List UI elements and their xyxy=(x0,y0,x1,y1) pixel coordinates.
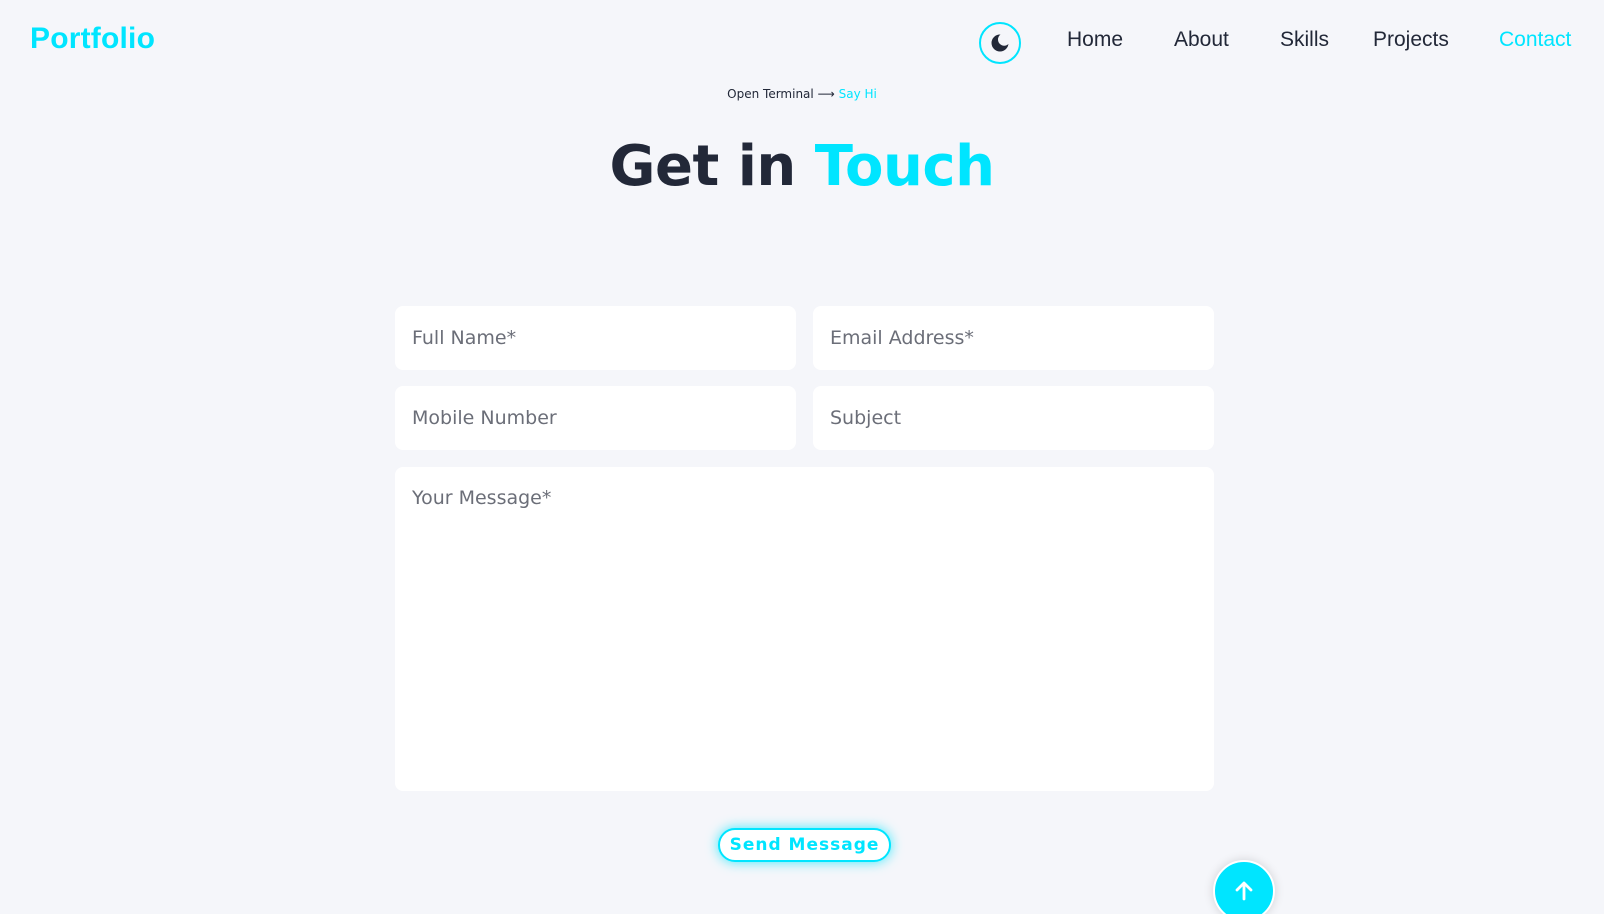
email-input[interactable] xyxy=(813,306,1214,370)
subject-input[interactable] xyxy=(813,386,1214,450)
nav-contact[interactable]: Contact xyxy=(1499,28,1571,52)
nav-skills[interactable]: Skills xyxy=(1280,28,1329,52)
terminal-hint-arrow: ⟶ xyxy=(817,87,835,101)
page-title: Get in Touch xyxy=(0,134,1604,199)
say-hi-link[interactable]: Say Hi xyxy=(839,87,877,101)
nav-about[interactable]: About xyxy=(1174,28,1229,52)
title-part-1: Get in xyxy=(609,134,797,199)
send-message-button[interactable]: Send Message xyxy=(718,828,891,862)
full-name-input[interactable] xyxy=(395,306,796,370)
main-nav: Home About Skills Projects Contact xyxy=(0,28,1604,58)
arrow-up-icon xyxy=(1235,881,1253,901)
message-textarea[interactable] xyxy=(395,467,1214,791)
terminal-hint: Open Terminal ⟶ Say Hi xyxy=(0,87,1604,101)
mobile-number-input[interactable] xyxy=(395,386,796,450)
scroll-to-top-button[interactable] xyxy=(1213,860,1275,914)
title-part-2: Touch xyxy=(814,134,995,199)
contact-page: Portfolio Home About Skills Projects Con… xyxy=(0,0,1604,914)
nav-projects[interactable]: Projects xyxy=(1373,28,1449,52)
terminal-hint-text: Open Terminal xyxy=(727,87,814,101)
nav-home[interactable]: Home xyxy=(1067,28,1123,52)
